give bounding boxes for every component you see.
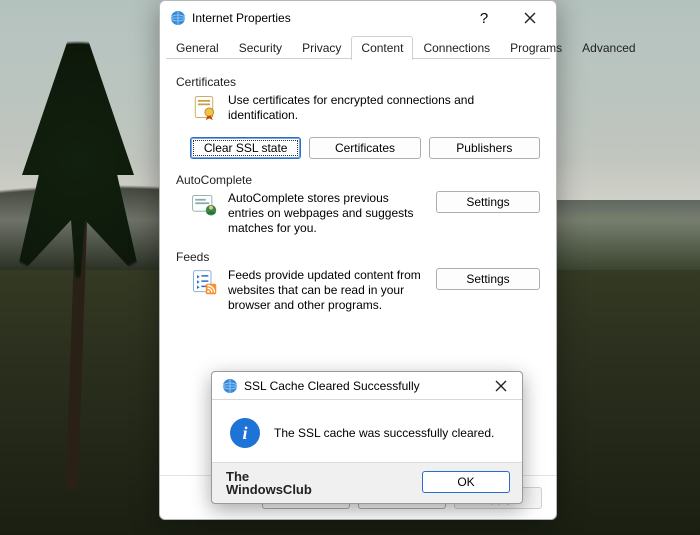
msg-text: The SSL cache was successfully cleared. xyxy=(274,426,494,440)
autocomplete-group-title: AutoComplete xyxy=(176,173,540,187)
feeds-icon xyxy=(190,268,218,296)
help-button[interactable]: ? xyxy=(464,4,504,32)
tab-connections[interactable]: Connections xyxy=(413,36,500,60)
globe-icon xyxy=(222,378,238,394)
wallpaper-tree xyxy=(8,10,148,490)
tab-content[interactable]: Content xyxy=(351,36,413,60)
feeds-settings-button[interactable]: Settings xyxy=(436,268,540,290)
close-icon xyxy=(494,379,508,393)
tab-programs[interactable]: Programs xyxy=(500,36,572,60)
info-icon: i xyxy=(230,418,260,448)
tab-security[interactable]: Security xyxy=(229,36,292,60)
msg-title: SSL Cache Cleared Successfully xyxy=(244,379,480,393)
msg-close-button[interactable] xyxy=(486,375,516,397)
dialog-title: Internet Properties xyxy=(192,11,458,25)
close-button[interactable] xyxy=(510,4,550,32)
certificates-button[interactable]: Certificates xyxy=(309,137,420,159)
tab-advanced[interactable]: Advanced xyxy=(572,36,645,60)
close-icon xyxy=(523,11,537,25)
internet-properties-dialog: Internet Properties ? General Security P… xyxy=(159,0,557,520)
tab-strip: General Security Privacy Content Connect… xyxy=(160,35,556,59)
msg-ok-button[interactable]: OK xyxy=(422,471,510,493)
certificates-group-title: Certificates xyxy=(176,75,540,89)
tab-privacy[interactable]: Privacy xyxy=(292,36,351,60)
tab-general[interactable]: General xyxy=(166,36,229,60)
clear-ssl-state-button[interactable]: Clear SSL state xyxy=(190,137,301,159)
autocomplete-description: AutoComplete stores previous entries on … xyxy=(228,191,426,236)
publishers-button[interactable]: Publishers xyxy=(429,137,540,159)
feeds-group-title: Feeds xyxy=(176,250,540,264)
content-tab-pane: Certificates Use certificates for encryp… xyxy=(160,59,556,475)
watermark: The WindowsClub xyxy=(226,470,312,497)
certificate-icon xyxy=(190,93,218,121)
msg-footer: The WindowsClub OK xyxy=(212,462,522,503)
watermark-line2: WindowsClub xyxy=(226,482,312,497)
msg-titlebar[interactable]: SSL Cache Cleared Successfully xyxy=(212,372,522,400)
autocomplete-settings-button[interactable]: Settings xyxy=(436,191,540,213)
ssl-cache-cleared-dialog: SSL Cache Cleared Successfully i The SSL… xyxy=(211,371,523,504)
certificates-description: Use certificates for encrypted connectio… xyxy=(228,93,540,123)
titlebar[interactable]: Internet Properties ? xyxy=(160,1,556,35)
globe-icon xyxy=(170,10,186,26)
feeds-description: Feeds provide updated content from websi… xyxy=(228,268,426,313)
autocomplete-icon xyxy=(190,191,218,219)
msg-body: i The SSL cache was successfully cleared… xyxy=(212,400,522,462)
